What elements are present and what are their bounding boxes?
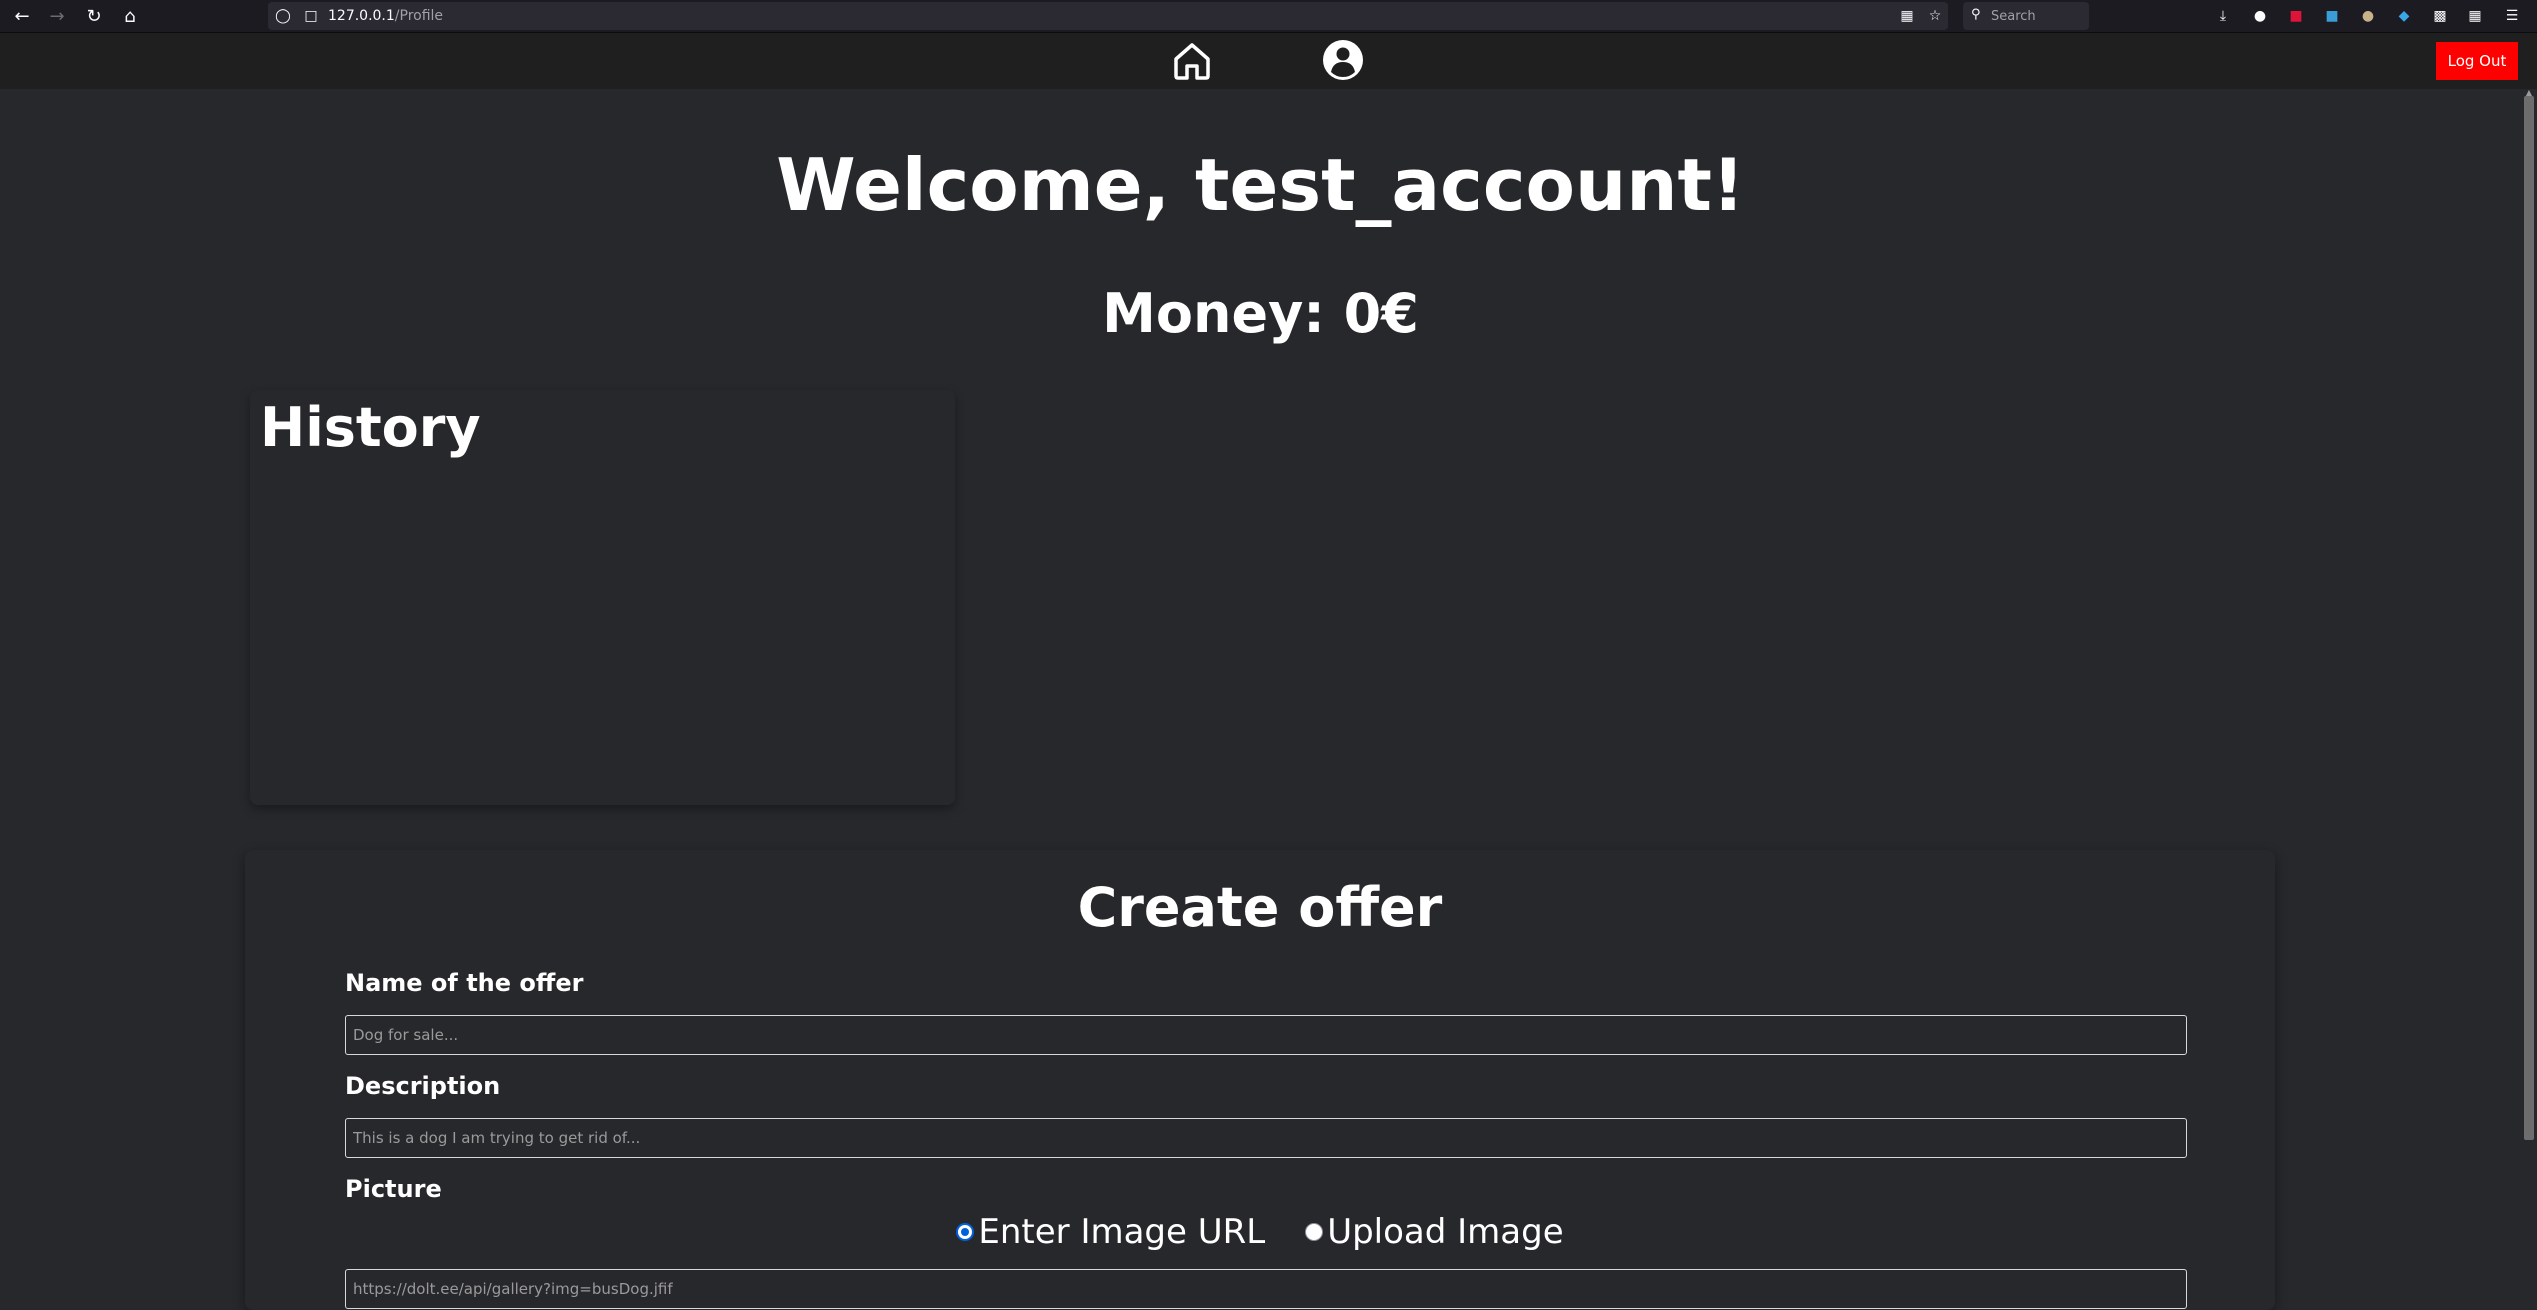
menu-hamburger-icon[interactable]: ☰ xyxy=(2502,6,2522,26)
search-icon: ⚲ xyxy=(1971,7,1981,22)
browser-search-box[interactable]: ⚲ Search xyxy=(1963,2,2089,30)
logout-button[interactable]: Log Out xyxy=(2436,42,2518,80)
radio-upload-image[interactable] xyxy=(1305,1223,1324,1241)
extension-face-icon[interactable]: ● xyxy=(2358,6,2378,26)
extension-diamond-icon[interactable]: ◆ xyxy=(2394,6,2414,26)
radio-upload-image-label[interactable]: Upload Image xyxy=(1327,1212,1563,1252)
description-input[interactable] xyxy=(345,1118,2187,1158)
app-navbar: Log Out xyxy=(0,33,2537,89)
offer-name-input[interactable] xyxy=(345,1015,2187,1055)
welcome-heading: Welcome, test_account! xyxy=(776,143,1745,227)
radio-option-upload-image[interactable]: Upload Image xyxy=(1305,1212,1564,1252)
nav-home-icon[interactable] xyxy=(1171,40,1213,82)
puzzle-extensions-icon[interactable]: ▩ xyxy=(2430,6,2450,26)
page-scrollbar-thumb[interactable] xyxy=(2524,96,2534,1140)
offer-name-label: Name of the offer xyxy=(345,969,584,997)
history-card: History xyxy=(250,390,955,805)
browser-search-placeholder: Search xyxy=(1991,9,2036,24)
radio-option-image-url[interactable]: Enter Image URL xyxy=(956,1212,1265,1252)
description-label: Description xyxy=(345,1072,501,1100)
create-offer-card: Create offer Name of the offer Descripti… xyxy=(245,850,2275,1310)
money-balance: Money: 0€ xyxy=(1102,282,1419,345)
home-icon[interactable]: ⌂ xyxy=(118,5,142,29)
extensions-grid-icon[interactable]: ▦ xyxy=(1898,7,1916,25)
back-arrow-icon[interactable]: ← xyxy=(10,5,34,29)
url-host: 127.0.0.1 xyxy=(328,8,395,24)
url-path: /Profile xyxy=(394,8,444,24)
nav-profile-icon[interactable] xyxy=(1322,39,1364,81)
url-bar[interactable]: ◯ □ 127.0.0.1/Profile ▦ ☆ xyxy=(268,2,1948,30)
account-icon[interactable]: ● xyxy=(2250,6,2270,26)
reload-icon[interactable]: ↻ xyxy=(82,5,106,29)
picture-label: Picture xyxy=(345,1175,442,1203)
shield-icon[interactable]: ◯ xyxy=(274,7,292,25)
bookmark-star-icon[interactable]: ☆ xyxy=(1926,7,1944,25)
create-offer-title: Create offer xyxy=(1077,876,1443,939)
image-url-input[interactable] xyxy=(345,1269,2187,1309)
url-text[interactable]: 127.0.0.1/Profile xyxy=(328,7,443,25)
container-grid-icon[interactable]: ▦ xyxy=(2465,6,2485,26)
history-title: History xyxy=(260,396,481,459)
forward-arrow-icon[interactable]: → xyxy=(45,5,69,29)
download-icon[interactable]: ⤓ xyxy=(2213,6,2233,26)
radio-image-url[interactable] xyxy=(956,1223,975,1241)
browser-toolbar: ← → ↻ ⌂ ◯ □ 127.0.0.1/Profile ▦ ☆ ⚲ Sear… xyxy=(0,0,2537,33)
picture-source-radio-group: Enter Image URL Upload Image xyxy=(245,1212,2275,1252)
extension-badge-icon[interactable]: ■ xyxy=(2322,6,2342,26)
radio-image-url-label[interactable]: Enter Image URL xyxy=(978,1212,1265,1252)
ublock-icon[interactable]: ■ xyxy=(2286,6,2306,26)
page-icon[interactable]: □ xyxy=(302,7,320,25)
